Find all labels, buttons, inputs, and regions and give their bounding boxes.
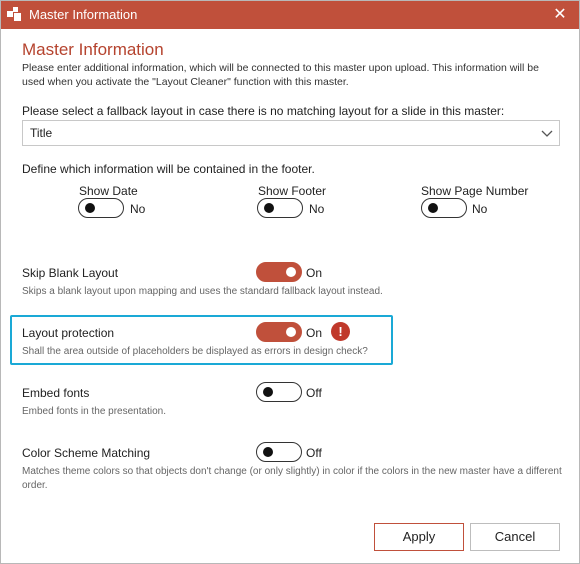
color-scheme-matching-toggle[interactable] [256, 442, 302, 462]
layout-protection-toggle[interactable] [256, 322, 302, 342]
fallback-layout-select[interactable]: Title [22, 120, 560, 146]
show-date-state: No [130, 202, 146, 216]
chevron-down-icon [541, 130, 553, 137]
toggle-knob [85, 203, 95, 213]
color-scheme-matching-title: Color Scheme Matching [22, 446, 151, 460]
fallback-layout-label: Please select a fallback layout in case … [22, 104, 505, 118]
warning-icon: ! [331, 322, 350, 341]
fallback-layout-value: Title [30, 126, 53, 140]
show-date-label: Show Date [79, 184, 138, 198]
close-icon: ✕ [553, 6, 567, 23]
skip-blank-layout-toggle[interactable] [256, 262, 302, 282]
toggle-knob [286, 267, 296, 277]
layout-protection-state: On [306, 326, 323, 340]
apply-button[interactable]: Apply [374, 523, 464, 551]
skip-blank-layout-desc: Skips a blank layout upon mapping and us… [22, 286, 383, 297]
show-page-number-label: Show Page Number [421, 184, 529, 198]
page-title: Master Information [22, 40, 164, 59]
toggle-knob [286, 327, 296, 337]
toggle-knob [428, 203, 438, 213]
layout-protection-desc: Shall the area outside of placeholders b… [22, 346, 368, 357]
title-bar: Master Information ✕ [1, 1, 579, 29]
toggle-knob [264, 203, 274, 213]
window-title: Master Information [29, 7, 138, 22]
cancel-button[interactable]: Cancel [470, 523, 560, 551]
embed-fonts-title: Embed fonts [22, 386, 90, 400]
skip-blank-layout-state: On [306, 266, 323, 280]
footer-info-label: Define which information will be contain… [22, 162, 315, 176]
show-footer-toggle[interactable] [257, 198, 303, 218]
embed-fonts-desc: Embed fonts in the presentation. [22, 406, 166, 417]
dialog-window: Master Information ✕ Master Information … [0, 0, 580, 564]
toggle-knob [263, 447, 273, 457]
embed-fonts-state: Off [306, 386, 322, 400]
layout-protection-title: Layout protection [22, 326, 115, 340]
color-scheme-matching-desc: Matches theme colors so that objects don… [22, 466, 562, 491]
app-logo-icon [7, 7, 21, 21]
close-button[interactable]: ✕ [549, 4, 571, 26]
show-date-toggle[interactable] [78, 198, 124, 218]
show-page-number-toggle[interactable] [421, 198, 467, 218]
skip-blank-layout-title: Skip Blank Layout [22, 266, 119, 280]
show-footer-label: Show Footer [258, 184, 327, 198]
color-scheme-matching-state: Off [306, 446, 322, 460]
intro-text: Please enter additional information, whi… [22, 62, 539, 88]
embed-fonts-toggle[interactable] [256, 382, 302, 402]
show-footer-state: No [309, 202, 325, 216]
show-page-number-state: No [472, 202, 488, 216]
toggle-knob [263, 387, 273, 397]
